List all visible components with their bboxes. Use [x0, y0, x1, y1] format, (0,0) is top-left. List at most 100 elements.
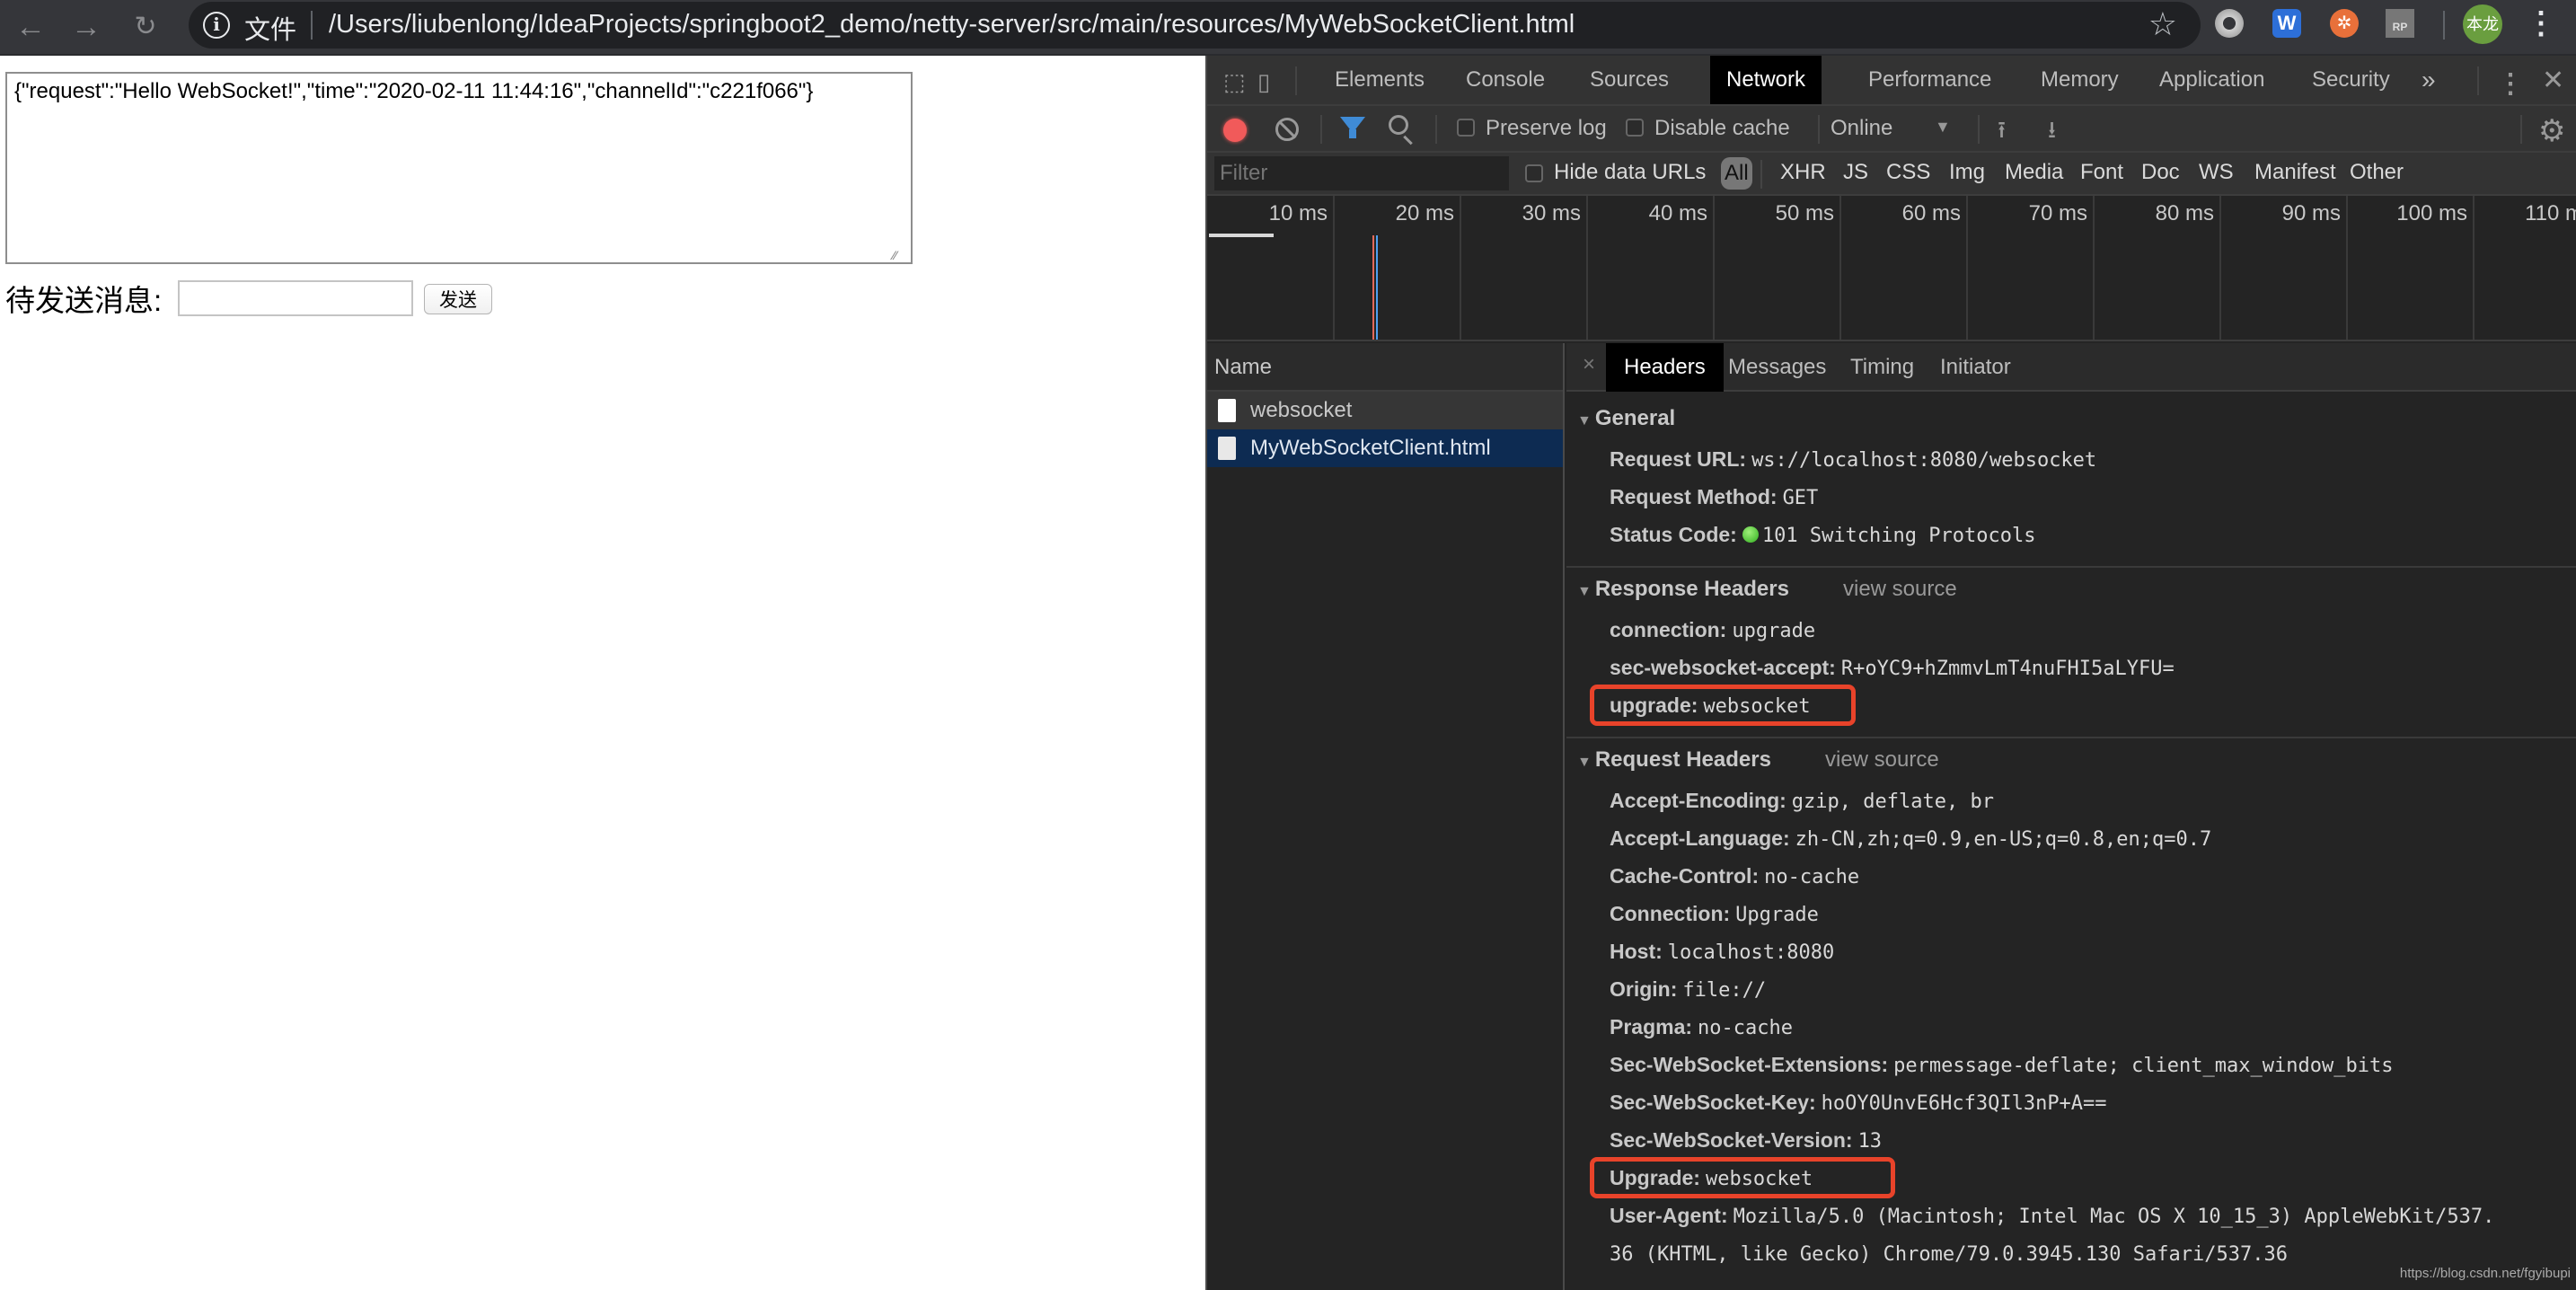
filter-type-xhr[interactable]: XHR — [1780, 160, 1826, 185]
header-key: Status Code: — [1610, 523, 1737, 546]
tab-performance[interactable]: Performance — [1852, 56, 2007, 104]
request-name: MyWebSocketClient.html — [1250, 436, 1491, 460]
document-icon — [1218, 437, 1236, 460]
hide-data-urls-checkbox[interactable] — [1525, 164, 1543, 182]
export-har-icon[interactable]: ⭳ — [2048, 113, 2056, 153]
request-row-websocket[interactable]: websocket — [1207, 392, 1563, 429]
tab-application[interactable]: Application — [2143, 56, 2280, 104]
send-message-label: 待发送消息: — [5, 284, 163, 317]
reload-button[interactable]: ↻ — [126, 7, 165, 47]
tab-initiator[interactable]: Initiator — [1922, 343, 2029, 392]
general-section-toggle[interactable]: ▼ General — [1577, 406, 1675, 431]
header-value: no-cache — [1764, 866, 1860, 888]
filter-type-css[interactable]: CSS — [1886, 160, 1930, 185]
clear-icon[interactable] — [1275, 118, 1299, 141]
timeline-gridline — [1586, 196, 1588, 340]
timeline-tick-label: 20 ms — [1395, 201, 1454, 225]
inspect-element-icon[interactable]: ⬚ — [1223, 68, 1246, 96]
detail-tab-bar: × Headers Messages Timing Initiator — [1566, 343, 2576, 392]
filter-type-js[interactable]: JS — [1843, 160, 1868, 185]
close-icon[interactable]: × — [1583, 352, 1595, 377]
highlight-box — [1590, 685, 1856, 726]
resize-grip-icon[interactable]: ⁄⁄ — [893, 248, 907, 262]
forward-button[interactable]: → — [66, 7, 106, 47]
close-devtools-icon[interactable]: ✕ — [2542, 65, 2564, 96]
timeline-tick-label: 110 ms — [2525, 201, 2576, 225]
tab-console[interactable]: Console — [1450, 56, 1561, 104]
header-key: Host: — [1610, 940, 1663, 963]
tab-messages[interactable]: Messages — [1710, 343, 1844, 392]
chevron-down-icon[interactable]: ▼ — [1935, 118, 1951, 137]
back-button[interactable]: ← — [11, 7, 50, 47]
request-headers-section-toggle[interactable]: ▼ Request Headers — [1577, 747, 1771, 773]
name-column-header[interactable]: Name — [1207, 343, 1563, 392]
timeline-overview[interactable]: 10 ms 20 ms 30 ms 40 ms 50 ms 60 ms 70 ms 80 ms… — [1207, 196, 2576, 341]
send-button[interactable]: 发送 — [424, 284, 492, 314]
header-row: 36 (KHTML, like Gecko) Chrome/79.0.3945.… — [1610, 1241, 2288, 1266]
tab-security[interactable]: Security — [2296, 56, 2406, 104]
address-bar[interactable]: i 文件 /Users/liubenlong/IdeaProjects/spri… — [189, 2, 2201, 49]
header-value: 13 — [1857, 1130, 1883, 1153]
star-icon[interactable]: ☆ — [2148, 5, 2177, 43]
url-text[interactable]: /Users/liubenlong/IdeaProjects/springboo… — [329, 10, 1575, 40]
import-har-icon[interactable]: ⭱ — [1998, 113, 2006, 153]
response-view-source-link[interactable]: view source — [1843, 577, 1957, 602]
tab-sources[interactable]: Sources — [1574, 56, 1685, 104]
timeline-tick-label: 90 ms — [2281, 201, 2341, 225]
tab-memory[interactable]: Memory — [2025, 56, 2135, 104]
word-extension-icon[interactable]: W — [2272, 9, 2301, 38]
message-input[interactable] — [178, 280, 413, 316]
response-textarea[interactable]: {"request":"Hello WebSocket!","time":"20… — [5, 72, 913, 264]
header-value: hoOY0UnvE6Hcf3QIl3nP+A== — [1821, 1092, 2107, 1115]
header-row: Cache-Control: no-cache — [1610, 864, 1859, 888]
request-name: websocket — [1250, 398, 1353, 422]
profile-avatar[interactable]: 本龙 — [2463, 4, 2502, 44]
gear-icon[interactable]: ⚙ — [2538, 113, 2565, 149]
devtools-menu-icon[interactable]: ⋮ — [2497, 68, 2524, 100]
more-tabs-button[interactable]: » — [2405, 56, 2452, 104]
header-key: Accept-Encoding: — [1610, 789, 1786, 812]
filter-type-other[interactable]: Other — [2350, 160, 2404, 185]
record-icon[interactable] — [1223, 119, 1247, 142]
device-toolbar-icon[interactable]: ▯ — [1257, 68, 1270, 96]
throttling-select[interactable]: Online — [1831, 116, 1892, 141]
filter-type-font[interactable]: Font — [2080, 160, 2123, 185]
filter-type-media[interactable]: Media — [2005, 160, 2063, 185]
timeline-tick-label: 80 ms — [2155, 201, 2214, 225]
filter-type-img[interactable]: Img — [1949, 160, 1985, 185]
filter-type-doc[interactable]: Doc — [2141, 160, 2180, 185]
disable-cache-label: Disable cache — [1654, 116, 1790, 140]
header-value: 36 (KHTML, like Gecko) Chrome/79.0.3945.… — [1610, 1243, 2288, 1266]
info-icon[interactable]: i — [203, 12, 230, 39]
filter-input[interactable] — [1214, 156, 1509, 190]
hide-data-urls-label: Hide data URLs — [1554, 160, 1707, 184]
header-row: Accept-Language: zh-CN,zh;q=0.9,en-US;q=0… — [1610, 826, 2211, 851]
filter-type-all[interactable]: All — [1721, 157, 1752, 190]
orange-extension-icon[interactable]: ✲ — [2330, 9, 2359, 38]
tab-elements[interactable]: Elements — [1319, 56, 1441, 104]
search-icon[interactable] — [1389, 115, 1408, 135]
header-value: zh-CN,zh;q=0.9,en-US;q=0.8,en;q=0.7 — [1795, 828, 2212, 851]
filter-type-manifest[interactable]: Manifest — [2254, 160, 2336, 185]
header-value: gzip, deflate, br — [1791, 791, 1994, 813]
tab-divider — [1295, 66, 1297, 95]
tab-network[interactable]: Network — [1710, 56, 1822, 104]
tab-timing[interactable]: Timing — [1832, 343, 1932, 392]
response-headers-section-toggle[interactable]: ▼ Response Headers — [1577, 577, 1789, 602]
toolbar-divider — [1435, 115, 1437, 144]
toolbar-divider — [1320, 115, 1322, 144]
kebab-icon[interactable]: ⋮ — [2526, 5, 2556, 41]
disable-cache-checkbox[interactable] — [1626, 119, 1644, 137]
circle-extension-icon[interactable] — [2215, 9, 2244, 38]
request-row-mywebsocketclient[interactable]: MyWebSocketClient.html — [1207, 429, 1563, 467]
header-value: no-cache — [1698, 1017, 1794, 1039]
header-row: Request Method: GET — [1610, 485, 1818, 509]
timeline-tick-label: 30 ms — [1522, 201, 1581, 225]
rp-extension-icon[interactable]: RP — [2386, 9, 2414, 38]
timeline-tick-label: 60 ms — [1901, 201, 1961, 225]
tab-headers[interactable]: Headers — [1606, 343, 1724, 392]
filter-type-ws[interactable]: WS — [2199, 160, 2234, 185]
request-view-source-link[interactable]: view source — [1825, 747, 1939, 773]
preserve-log-checkbox[interactable] — [1457, 119, 1475, 137]
timeline-gridline — [1713, 196, 1715, 340]
